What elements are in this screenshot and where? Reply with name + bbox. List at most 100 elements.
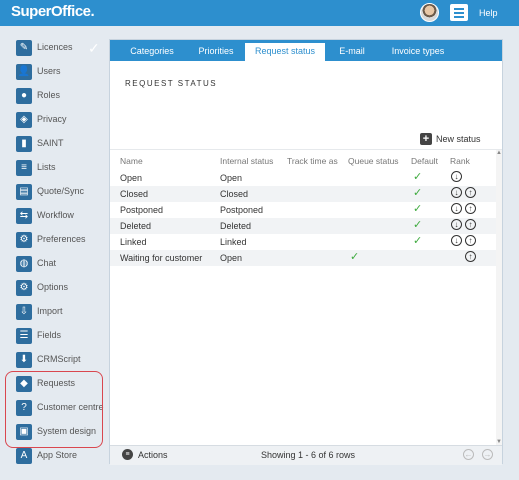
section-title: REQUEST STATUS [125,79,218,88]
sidebar-item-import[interactable]: ⇩ Import [14,302,106,322]
sidebar-item-label: SAINT [37,138,64,148]
column-header[interactable]: Default [411,156,438,166]
row-name: Linked [120,237,147,247]
sidebar-item-crmscript[interactable]: ⬇ CRMScript [14,350,106,370]
chat-bubble-icon: ◍ [16,256,32,272]
workflow-icon: ⇆ [16,208,32,224]
column-header[interactable]: Queue status [348,156,399,166]
default-check-icon: ✓ [413,219,423,231]
column-header[interactable]: Track time as [287,156,338,166]
sidebar-item-workflow[interactable]: ⇆ Workflow [14,206,106,226]
sidebar-item-label: Licences [37,42,73,52]
rank-down-icon[interactable]: ↓ [451,171,462,182]
row-name: Deleted [120,221,152,231]
table-row[interactable]: Deleted Deleted ✓ ↓ ↑ [110,218,496,234]
default-check-icon: ✓ [413,187,423,199]
rank-down-icon[interactable]: ↓ [451,235,462,246]
licence-icon: ✎ [16,40,32,56]
sidebar-item-label: CRMScript [37,354,81,364]
sidebar-item-quote-sync[interactable]: ▤ Quote/Sync [14,182,106,202]
rank-up-icon[interactable]: ↑ [465,235,476,246]
row-count-text: Showing 1 - 6 of 6 rows [261,450,356,460]
fields-icon: ☰ [16,328,32,344]
sidebar-item-users[interactable]: 👤 Users [14,62,106,82]
preferences-gear-icon: ⚙ [16,232,32,248]
rank-up-icon[interactable]: ↑ [465,251,476,262]
tab-invoice-types[interactable]: Invoice types [378,43,458,61]
row-name: Closed [120,189,149,199]
import-icon: ⇩ [16,304,32,320]
shield-icon: ◈ [16,112,32,128]
sidebar-item-saint[interactable]: ▮ SAINT [14,134,106,154]
column-header[interactable]: Internal status [220,156,273,166]
list-icon: ≡ [16,160,32,176]
table-row[interactable]: Linked Linked ✓ ↓ ↑ [110,234,496,250]
actions-label: Actions [138,450,168,460]
default-check-icon: ✓ [413,203,423,215]
column-header[interactable]: Rank [450,156,470,166]
options-gear-icon: ⚙ [16,280,32,296]
app-logo[interactable]: SuperOffice. [11,3,95,20]
roles-icon: ● [16,88,32,104]
row-internal-status: Closed [220,189,249,199]
tab-bar: Categories Priorities Request status E-mail… [110,40,502,61]
tab-e-mail[interactable]: E-mail [328,43,376,61]
plus-icon: + [420,133,432,145]
sidebar-item-label: Users [37,66,61,76]
row-name: Open [120,173,143,183]
status-table: Name Internal status Track time as Queue st… [110,149,502,446]
bar-chart-icon: ▮ [16,136,32,152]
sidebar-item-label: Roles [37,90,61,100]
main-panel: Categories Priorities Request status E-mail… [109,39,503,465]
table-row[interactable]: Postponed Postponed ✓ ↓ ↑ [110,202,496,218]
new-status-label: New status [436,134,481,144]
sidebar-item-label: Import [37,306,63,316]
rank-down-icon[interactable]: ↓ [451,219,462,230]
previous-page-icon[interactable]: ← [463,449,474,460]
row-internal-status: Deleted [220,221,252,231]
sidebar-item-label: Preferences [37,234,86,244]
rank-down-icon[interactable]: ↓ [451,187,462,198]
default-check-icon: ✓ [413,171,423,183]
next-page-icon[interactable]: → [482,449,493,460]
rank-up-icon[interactable]: ↑ [465,219,476,230]
tab-priorities[interactable]: Priorities [190,43,242,61]
rank-down-icon[interactable]: ↓ [451,203,462,214]
menu-icon[interactable] [450,4,468,21]
table-row[interactable]: Waiting for customer Open ✓ ↑ [110,250,496,266]
sidebar-item-label: Workflow [37,210,74,220]
queue-check-icon: ✓ [350,251,360,263]
sidebar-item-fields[interactable]: ☰ Fields [14,326,106,346]
default-check-icon: ✓ [413,235,423,247]
scrollbar[interactable]: ▲ ▼ [496,150,502,445]
row-internal-status: Open [220,173,243,183]
rank-up-icon[interactable]: ↑ [465,187,476,198]
sidebar-item-lists[interactable]: ≡ Lists [14,158,106,178]
user-avatar[interactable] [420,3,439,22]
sidebar-item-privacy[interactable]: ◈ Privacy [14,110,106,130]
app-store-icon: A [16,448,32,464]
sidebar-item-preferences[interactable]: ⚙ Preferences [14,230,106,250]
row-internal-status: Postponed [220,205,264,215]
tab-request-status[interactable]: Request status [245,43,325,61]
top-bar: SuperOffice. Help [0,0,519,26]
sidebar-item-chat[interactable]: ◍ Chat [14,254,106,274]
rank-up-icon[interactable]: ↑ [465,203,476,214]
highlight-outline [5,371,103,448]
table-row[interactable]: Open Open ✓ ↓ [110,170,496,186]
table-row[interactable]: Closed Closed ✓ ↓ ↑ [110,186,496,202]
sidebar-item-app-store[interactable]: A App Store [14,446,106,466]
sidebar-item-label: Privacy [37,114,67,124]
actions-menu-icon: ≡ [122,449,133,460]
scroll-up-icon[interactable]: ▲ [496,150,502,156]
row-internal-status: Open [220,253,243,263]
table-footer: ≡ Actions Showing 1 - 6 of 6 rows ← → [110,445,502,465]
column-header[interactable]: Name [120,156,143,166]
sidebar-item-label: Lists [37,162,56,172]
sidebar-item-options[interactable]: ⚙ Options [14,278,106,298]
sidebar-item-label: Quote/Sync [37,186,85,196]
help-link[interactable]: Help [479,8,498,18]
tab-categories[interactable]: Categories [120,43,184,61]
sidebar-item-roles[interactable]: ● Roles [14,86,106,106]
licence-check-icon: ✓ [88,40,100,56]
